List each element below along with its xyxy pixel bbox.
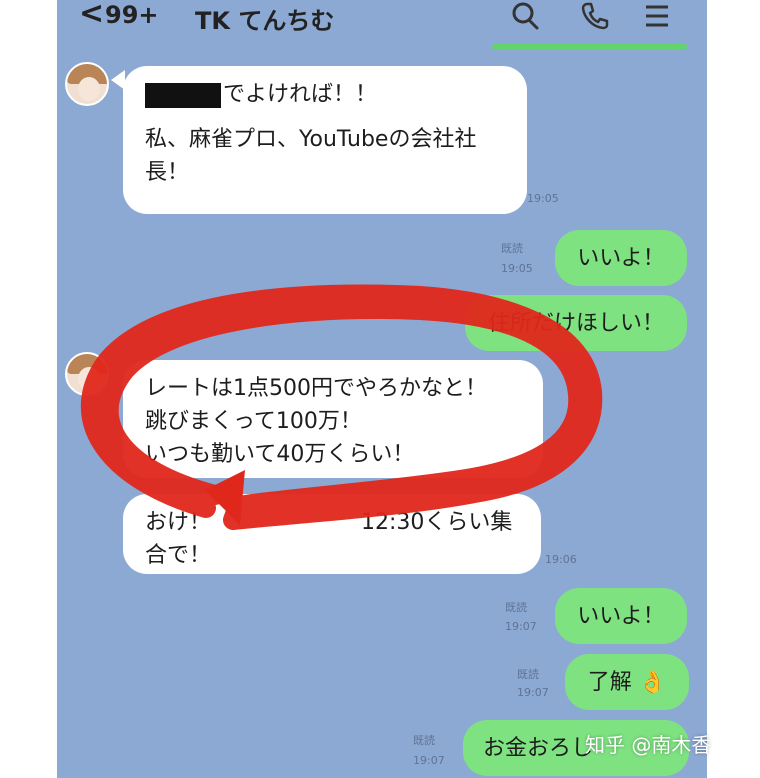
red-annotation-circle (80, 284, 603, 530)
watermark: 知乎 @南木香 (585, 733, 712, 757)
